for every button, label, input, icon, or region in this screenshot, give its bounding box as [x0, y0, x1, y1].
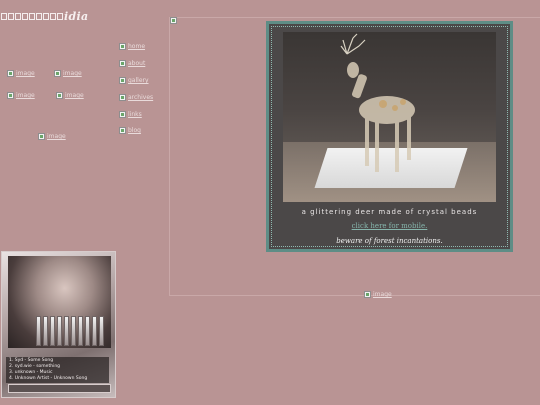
playlist-track[interactable]: 4. Unknown Artist - Unknown Song [9, 376, 106, 382]
broken-image-icon [7, 70, 14, 77]
broken-image-icon [119, 60, 126, 67]
mobile-link[interactable]: click here for mobile. [269, 222, 510, 230]
nav-image-2[interactable]: image [54, 70, 82, 77]
featured-panel: a glittering deer made of crystal beads … [266, 21, 513, 252]
player-controls[interactable] [8, 384, 111, 393]
side-link-links[interactable]: links [119, 111, 142, 118]
broken-image-icon [170, 17, 177, 24]
broken-image-icon [119, 43, 126, 50]
equalizer[interactable] [36, 316, 104, 346]
side-link-home[interactable]: home [119, 43, 145, 50]
panel-caption: a glittering deer made of crystal beads [301, 208, 478, 216]
logo-text: idia [64, 9, 89, 23]
nav-image-1[interactable]: image [7, 70, 35, 77]
bottom-image[interactable]: image [364, 291, 392, 298]
broken-image-icon [364, 291, 371, 298]
frame-corner-image [170, 17, 177, 24]
side-link-gallery[interactable]: gallery [119, 77, 149, 84]
nav-image-3[interactable]: image [7, 92, 35, 99]
side-link-about[interactable]: about [119, 60, 145, 67]
broken-image-icon [119, 94, 126, 101]
small-image: image [38, 133, 66, 140]
broken-image-icon [38, 133, 45, 140]
broken-image-icon [7, 92, 14, 99]
broken-image-icon [119, 77, 126, 84]
tagline: beware of forest incantations. [336, 237, 443, 245]
deer-sculpture-photo [283, 32, 496, 202]
broken-image-icon [119, 111, 126, 118]
broken-image-icon [56, 92, 63, 99]
nav-image-4[interactable]: image [56, 92, 84, 99]
logo-boxes [1, 12, 63, 20]
site-logo[interactable]: idia [1, 9, 89, 23]
playlist[interactable]: 1. Syd - Some Song 2. syd.wie - somethin… [6, 357, 109, 383]
music-player[interactable]: 1. Syd - Some Song 2. syd.wie - somethin… [1, 251, 116, 398]
broken-image-icon [54, 70, 61, 77]
side-link-blog[interactable]: blog [119, 127, 141, 134]
side-link-archives[interactable]: archives [119, 94, 153, 101]
broken-image-icon [119, 127, 126, 134]
